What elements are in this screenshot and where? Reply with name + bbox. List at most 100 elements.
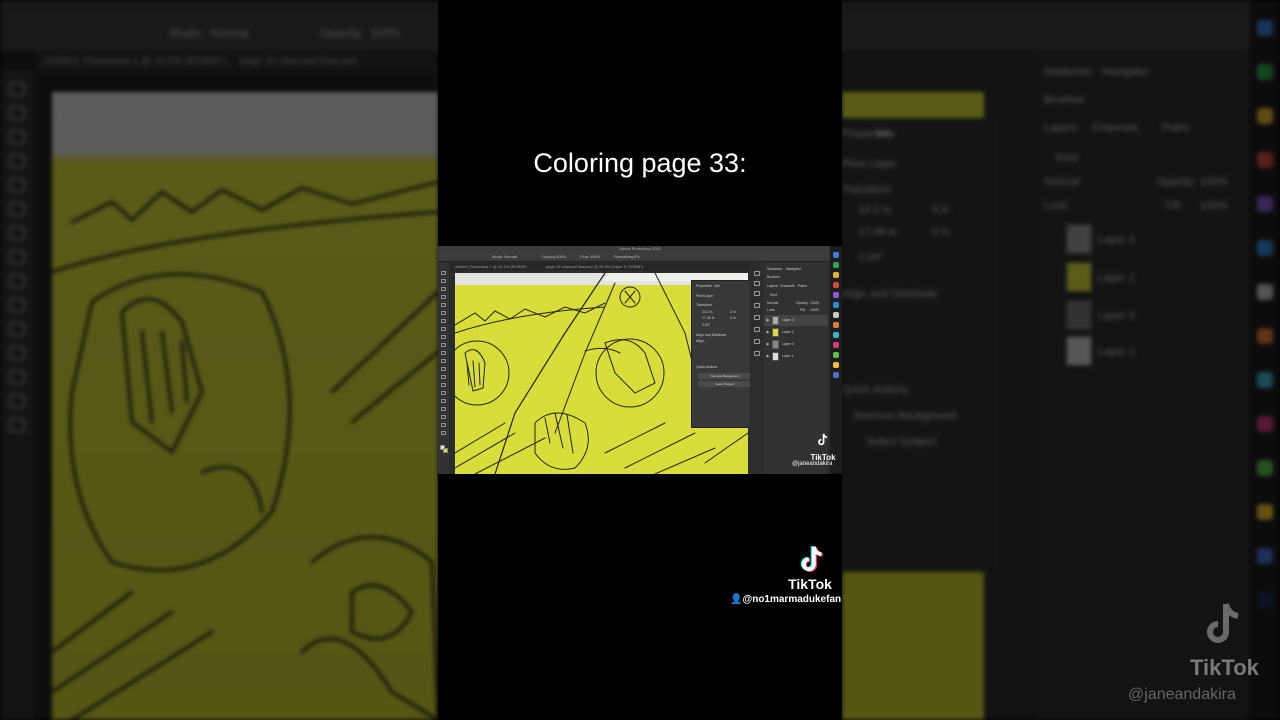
visibility-eye-icon[interactable]: ◉: [766, 330, 769, 334]
navigator-tab[interactable]: Navigator: [786, 267, 801, 271]
bg-opacity-value: 100%: [370, 26, 401, 40]
flow-value[interactable]: 100%: [590, 254, 600, 259]
paragraph-panel-icon[interactable]: [754, 351, 760, 356]
remove-background-button[interactable]: Remove Background: [698, 373, 752, 379]
visibility-eye-icon[interactable]: ◉: [766, 342, 769, 346]
dock-app-icon[interactable]: [833, 332, 839, 338]
dock-app-icon[interactable]: [833, 302, 839, 308]
blend-mode-select[interactable]: Normal: [767, 301, 778, 305]
width-field[interactable]: 14.2 in: [702, 310, 713, 314]
fill-value[interactable]: 100%: [810, 308, 819, 312]
bg-eraser-tool-icon: [9, 274, 25, 288]
height-field[interactable]: 17.08 in: [702, 316, 714, 320]
brushes-tab[interactable]: Brushes: [767, 275, 780, 279]
angle-field[interactable]: 0.00°: [702, 323, 710, 327]
bg-angle-value: 0.00°: [858, 252, 884, 264]
dock-app-icon[interactable]: [833, 262, 839, 268]
healing-tool-icon[interactable]: [441, 327, 446, 331]
x-field[interactable]: 0 in: [730, 310, 736, 314]
layer-thumbnail: [772, 328, 779, 337]
actions-panel-icon[interactable]: [754, 281, 760, 286]
layer-row[interactable]: ◉ Layer 1: [764, 351, 828, 362]
dodge-tool-icon[interactable]: [441, 383, 446, 387]
paths-tab[interactable]: Paths: [798, 284, 807, 288]
layer-thumbnail: [772, 340, 779, 349]
layer-row[interactable]: ◉ Layer 0: [764, 339, 828, 350]
visibility-eye-icon[interactable]: ◉: [766, 318, 769, 322]
y-field[interactable]: 0 in: [730, 316, 736, 320]
dock-app-icon[interactable]: [833, 362, 839, 368]
bg-tab-swatches: Swatches: [1044, 66, 1092, 78]
info-tab[interactable]: Info: [714, 284, 720, 288]
channels-tab[interactable]: Channels: [780, 284, 795, 288]
gradient-tool-icon[interactable]: [441, 367, 446, 371]
layers-tab[interactable]: Layers: [767, 284, 778, 288]
bg-dock-app-icon: [1257, 240, 1273, 256]
bg-mode-value: Normal: [210, 26, 249, 40]
layer-name: Layer 2: [782, 330, 794, 334]
hand-tool-icon[interactable]: [441, 423, 446, 427]
bg-remove-background: Remove Background: [854, 410, 957, 422]
dock-app-icon[interactable]: [833, 322, 839, 328]
character-panel-icon[interactable]: [754, 339, 760, 344]
align-sub-label: Align:: [696, 339, 705, 343]
inner-tiktok-handle: @janeandakira: [792, 461, 833, 467]
bg-tiktok-handle: @janeandakira: [1128, 686, 1236, 703]
dock-app-icon[interactable]: [833, 372, 839, 378]
dock-app-icon[interactable]: [833, 352, 839, 358]
properties-panel-icon[interactable]: [754, 315, 760, 320]
bg-transform: Transform: [842, 184, 892, 196]
move-tool-icon[interactable]: [441, 271, 446, 275]
bg-tab-navigator: Navigator: [1102, 66, 1150, 78]
adjustments-panel-icon[interactable]: [754, 291, 760, 296]
opacity-value[interactable]: 100%: [556, 254, 566, 259]
shape-tool-icon[interactable]: [441, 415, 446, 419]
bg-pixel-layer: Pixel Layer: [842, 158, 897, 170]
frame-tool-icon[interactable]: [441, 311, 446, 315]
dock-app-icon[interactable]: [833, 252, 839, 258]
layer-row[interactable]: ◉ Layer 2: [764, 327, 828, 338]
crop-tool-icon[interactable]: [441, 303, 446, 307]
bg-dock-app-icon: [1257, 328, 1273, 344]
zoom-tool-icon[interactable]: [441, 431, 446, 435]
visibility-eye-icon[interactable]: ◉: [766, 354, 769, 358]
bg-tab-layers: Layers: [1044, 122, 1078, 134]
eraser-tool-icon[interactable]: [441, 359, 446, 363]
stamp-tool-icon[interactable]: [441, 343, 446, 347]
dock-app-icon[interactable]: [833, 282, 839, 288]
dock-app-icon[interactable]: [833, 272, 839, 278]
blur-tool-icon[interactable]: [441, 375, 446, 379]
flow-label: Flow:: [580, 254, 590, 259]
properties-tab[interactable]: Properties: [696, 284, 712, 288]
bg-blend: Normal: [1044, 176, 1080, 188]
bg-crop-tool-icon: [9, 178, 25, 192]
info-panel-icon[interactable]: [754, 303, 760, 308]
marquee-tool-icon[interactable]: [441, 279, 446, 283]
dock-app-icon[interactable]: [833, 312, 839, 318]
pen-tool-icon[interactable]: [441, 391, 446, 395]
background-color-swatch[interactable]: [443, 448, 448, 453]
quick-select-tool-icon[interactable]: [441, 295, 446, 299]
eyedropper-tool-icon[interactable]: [441, 319, 446, 323]
history-panel-icon[interactable]: [754, 271, 760, 276]
dock-app-icon[interactable]: [833, 342, 839, 348]
layer-row[interactable]: ◉ Layer 3: [764, 315, 828, 326]
history-brush-tool-icon[interactable]: [441, 351, 446, 355]
lasso-tool-icon[interactable]: [441, 287, 446, 291]
tab-page-33[interactable]: page 33 charcoal final.psd @ 33.3% (Laye…: [546, 264, 643, 269]
dock-app-icon[interactable]: [833, 292, 839, 298]
type-tool-icon[interactable]: [441, 399, 446, 403]
select-subject-button[interactable]: Select Subject: [698, 381, 752, 387]
tab-panorama[interactable]: Untitled_Panorama-1 @ 16.6% (RGB/8*): [454, 264, 527, 269]
bg-dock-app-icon: [1257, 548, 1273, 564]
kind-filter[interactable]: Kind: [770, 293, 777, 297]
layer-opacity-value[interactable]: 100%: [810, 301, 819, 305]
brush-tool-icon[interactable]: [441, 335, 446, 339]
path-select-tool-icon[interactable]: [441, 407, 446, 411]
bg-tab-info: Info: [876, 128, 895, 140]
mode-value[interactable]: Normal: [504, 254, 517, 259]
smoothing-value[interactable]: 0%: [634, 254, 640, 259]
swatches-tab[interactable]: Swatches: [767, 267, 782, 271]
bg-shape-tool-icon: [9, 370, 25, 384]
libraries-panel-icon[interactable]: [754, 327, 760, 332]
